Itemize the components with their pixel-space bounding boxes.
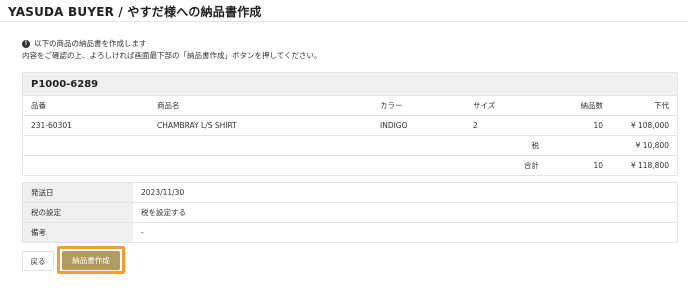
tax-label: 税 — [473, 135, 543, 156]
item-name: CHAMBRAY L/S SHIRT — [157, 115, 380, 136]
items-table: 品番 商品名 カラー サイズ 納品数 下代 231-60301 CHAMBRAY… — [23, 95, 677, 175]
order-card: P1000-6289 品番 商品名 カラー サイズ 納品数 下代 231-603… — [22, 72, 678, 176]
notice-line-1: 以下の商品の納品書を作成します — [34, 39, 147, 48]
detail-row-notes: 備考 - — [23, 222, 677, 242]
total-qty: 10 — [543, 155, 603, 175]
tax-setting-label: 税の設定 — [23, 202, 133, 223]
tax-row: 税 ¥ 10,800 — [23, 135, 677, 156]
ship-date-label: 発送日 — [23, 183, 133, 203]
order-id: P1000-6289 — [23, 73, 677, 95]
details-card: 発送日 2023/11/30 税の設定 税を設定する 備考 - — [22, 182, 678, 243]
title-divider — [0, 21, 688, 22]
header-code: 品番 — [23, 95, 157, 116]
notice-line-2: 内容をご確認の上、よろしければ画面最下部の「納品書作成」ボタンを押してください。 — [22, 51, 322, 60]
ship-date-value: 2023/11/30 — [141, 188, 185, 197]
item-color: INDIGO — [380, 115, 473, 136]
notice: ! 以下の商品の納品書を作成します 内容をご確認の上、よろしければ画面最下部の「… — [22, 38, 322, 62]
header-color: カラー — [380, 95, 473, 116]
header-qty: 納品数 — [543, 95, 603, 116]
item-qty: 10 — [543, 115, 603, 136]
header-name: 商品名 — [157, 95, 380, 116]
notes-value: - — [133, 222, 677, 242]
detail-row-tax-setting: 税の設定 税を設定する — [23, 202, 677, 223]
page-title: YASUDA BUYER / やすだ様への納品書作成 — [8, 5, 262, 19]
tax-setting-value: 税を設定する — [133, 202, 677, 223]
total-value: ¥ 118,800 — [603, 155, 677, 175]
create-invoice-button[interactable]: 納品書作成 — [62, 251, 120, 270]
details-table: 発送日 2023/11/30 税の設定 税を設定する 備考 - — [23, 183, 677, 242]
total-row: 合計 10 ¥ 118,800 — [23, 155, 677, 175]
table-header-row: 品番 商品名 カラー サイズ 納品数 下代 — [23, 95, 677, 116]
total-label: 合計 — [473, 155, 543, 175]
header-size: サイズ — [473, 95, 543, 116]
table-row: 231-60301 CHAMBRAY L/S SHIRT INDIGO 2 10… — [23, 115, 677, 136]
back-button[interactable]: 戻る — [22, 251, 54, 271]
notes-label: 備考 — [23, 222, 133, 242]
item-subtotal: ¥ 108,000 — [603, 115, 677, 136]
header-subtotal: 下代 — [603, 95, 677, 116]
tax-value: ¥ 10,800 — [603, 135, 677, 156]
item-size: 2 — [473, 115, 543, 136]
item-code: 231-60301 — [23, 115, 157, 136]
info-icon: ! — [22, 40, 30, 48]
detail-row-ship-date: 発送日 2023/11/30 — [23, 183, 677, 203]
